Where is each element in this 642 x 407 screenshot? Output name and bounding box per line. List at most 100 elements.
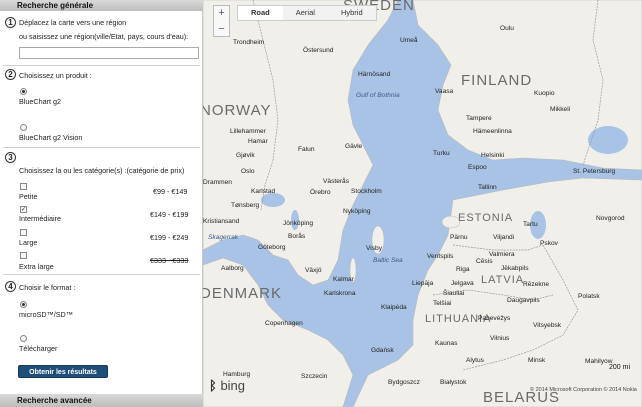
step-1-line2: ou saisissez une région(ville/Etat, pays… — [19, 32, 189, 41]
city-label: Šiauliai — [443, 288, 465, 297]
format-label-microsd[interactable]: microSD™/SD™ — [19, 310, 73, 319]
step-2-label: Choisissez un produit : — [19, 71, 92, 80]
city-label: Rēzekne — [523, 281, 549, 288]
city-label: Pärnu — [450, 234, 468, 241]
city-label: Valmiera — [489, 251, 515, 258]
product-label-bluechart-g2-vision[interactable]: BlueChart g2 Vision — [19, 133, 82, 142]
category-checkbox-large[interactable] — [20, 229, 27, 236]
city-label: Bydgoszcz — [388, 379, 420, 386]
city-label: Stockholm — [351, 188, 382, 195]
tab-road[interactable]: Road — [238, 6, 283, 20]
city-label: Östersund — [303, 46, 334, 54]
city-label: Jēkabpils — [501, 265, 529, 272]
city-label: Mikkeli — [550, 106, 571, 113]
city-label: Trondheim — [233, 39, 265, 46]
city-label: Telšiai — [433, 300, 452, 307]
country-label-finland: FINLAND — [461, 72, 532, 89]
get-results-button[interactable]: Obtenir les résultats — [18, 365, 108, 378]
divider — [3, 274, 200, 275]
city-label: Umeå — [400, 36, 418, 44]
format-radio-microsd[interactable] — [20, 301, 27, 308]
step-1-number: 1 — [5, 17, 16, 28]
city-label: Helsinki — [481, 152, 505, 159]
category-label-petite[interactable]: Petite — [19, 192, 37, 201]
advanced-search-header[interactable]: Recherche avancée — [0, 394, 203, 407]
divider — [3, 147, 200, 148]
bing-logo-text: bing — [220, 378, 246, 393]
city-label: Oslo — [241, 168, 255, 175]
city-label: Borås — [288, 232, 306, 240]
city-label: Hamar — [248, 138, 269, 145]
city-label: Kristiansand — [203, 218, 240, 225]
city-label: Tønsberg — [231, 202, 260, 209]
step-3-number: 3 — [5, 152, 16, 163]
city-label: Kaunas — [435, 340, 458, 347]
step-4-label: Choisir le format : — [19, 283, 76, 292]
category-price-large: €199 - €249 — [150, 233, 189, 242]
zoom-in-button[interactable]: + — [214, 6, 229, 21]
city-label: Szczecin — [301, 373, 328, 380]
city-label: Polatsk — [578, 293, 600, 300]
category-price-intermediaire: €149 - €199 — [150, 210, 189, 219]
city-label: Turku — [433, 150, 450, 157]
category-price-extra-large: €333 - €333 — [150, 256, 189, 265]
city-label: Kuopio — [534, 90, 555, 97]
city-label: Copenhagen — [265, 320, 303, 327]
category-checkbox-extra-large[interactable] — [20, 252, 27, 259]
step-1-line1: Déplacez la carte vers une région — [19, 18, 127, 27]
city-label: Västerås — [323, 177, 350, 185]
format-radio-telecharger[interactable] — [20, 335, 27, 342]
category-checkbox-petite[interactable] — [20, 183, 27, 190]
tab-aerial[interactable]: Aerial — [283, 6, 328, 20]
lake-vanern — [261, 193, 285, 207]
city-label: Gdańsk — [371, 347, 394, 354]
category-label-large[interactable]: Large — [19, 238, 37, 247]
country-label-latvia: LATVIA — [481, 274, 524, 286]
city-label: Panevėžys — [478, 315, 511, 322]
city-label: Örebro — [310, 188, 331, 196]
city-label: Jelgava — [451, 280, 474, 287]
map-svg: SWEDEN FINLAND NORWAY ESTONIA LATVIA LIT… — [203, 0, 642, 407]
category-price-petite: €99 - €149 — [153, 187, 188, 196]
city-label: Jönköping — [283, 220, 313, 227]
city-label: Vilnius — [490, 335, 510, 342]
category-checkbox-intermediaire[interactable]: ✓ — [20, 206, 27, 213]
zoom-out-button[interactable]: − — [214, 22, 229, 37]
city-label: Cēsis — [476, 258, 493, 265]
region-search-input[interactable] — [19, 47, 199, 59]
sea-label-skagerrak: Skagerrak — [208, 234, 239, 241]
city-label: Pskov — [540, 240, 559, 247]
zoom-control: + − — [213, 5, 230, 37]
city-label: Espoo — [468, 164, 487, 171]
city-label: Gävle — [345, 143, 363, 150]
bing-logo: ᛒ bing — [209, 378, 245, 393]
product-radio-bluechart-g2[interactable] — [20, 88, 27, 95]
city-label: Alytus — [466, 357, 485, 364]
city-label: Novgorod — [596, 215, 625, 222]
city-label: Härnösand — [358, 71, 391, 78]
city-label: Daugavpils — [507, 297, 540, 304]
general-search-header[interactable]: Recherche générale — [0, 0, 203, 11]
map-type-tabs: Road Aerial Hybrid — [237, 5, 377, 21]
category-label-intermediaire[interactable]: Intermédiaire — [19, 214, 61, 223]
format-label-telecharger[interactable]: Télécharger — [19, 344, 57, 353]
city-label: Tampere — [466, 115, 492, 122]
city-label: Minsk — [528, 357, 546, 364]
step-3-label: Choisissez la ou les catégorie(s) :(caté… — [19, 166, 185, 175]
tab-hybrid[interactable]: Hybrid — [328, 6, 376, 20]
city-label: Karlskrona — [324, 290, 356, 297]
lake-ladoga — [588, 126, 628, 154]
product-radio-bluechart-g2-vision[interactable] — [20, 124, 27, 131]
category-label-extra-large[interactable]: Extra large — [19, 262, 54, 271]
step-2-number: 2 — [5, 69, 16, 80]
city-label: St. Petersburg — [573, 168, 615, 175]
city-label: Klaipėda — [381, 304, 407, 311]
city-label: Falun — [298, 146, 315, 153]
product-label-bluechart-g2[interactable]: BlueChart g2 — [19, 97, 61, 106]
city-label: Vitsyebsk — [533, 322, 562, 329]
city-label: Oulu — [500, 25, 514, 32]
sea-label-baltic-sea: Baltic Sea — [373, 257, 403, 264]
sea-label-gulf-of-bothnia: Gulf of Bothnia — [356, 92, 400, 99]
city-label: Hamburg — [223, 371, 250, 378]
map-canvas[interactable]: SWEDEN FINLAND NORWAY ESTONIA LATVIA LIT… — [203, 0, 642, 407]
